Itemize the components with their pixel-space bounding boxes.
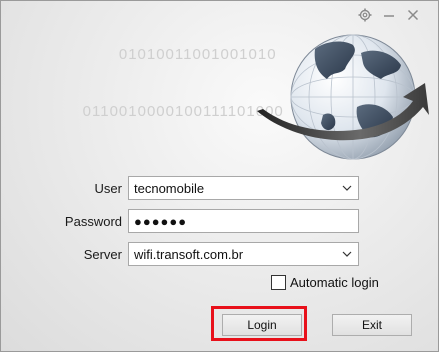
globe-logo (253, 23, 433, 183)
login-window: 01010011001001010 0110010000100111101000… (0, 0, 439, 352)
minimize-button[interactable] (380, 7, 398, 23)
gear-icon (358, 8, 372, 22)
user-label: User (94, 180, 122, 196)
globe-icon (257, 34, 429, 160)
server-combobox[interactable]: wifi.transoft.com.br (128, 242, 359, 266)
password-value[interactable]: ●●●●●● (134, 214, 358, 229)
password-field[interactable]: ●●●●●● (128, 209, 359, 233)
server-row: Server wifi.transoft.com.br (1, 242, 438, 266)
user-value[interactable]: tecnomobile (134, 181, 336, 196)
server-dropdown-button[interactable] (336, 243, 358, 265)
automatic-login-option[interactable]: Automatic login (271, 275, 379, 290)
minimize-icon (384, 15, 394, 17)
settings-button[interactable] (356, 7, 374, 23)
login-button[interactable]: Login (222, 314, 302, 336)
chevron-down-icon (342, 185, 352, 191)
automatic-login-checkbox[interactable] (271, 275, 286, 290)
user-dropdown-button[interactable] (336, 177, 358, 199)
password-label: Password (64, 213, 122, 229)
close-icon (407, 9, 419, 21)
close-button[interactable] (404, 7, 422, 23)
automatic-login-label[interactable]: Automatic login (290, 275, 379, 290)
chevron-down-icon (342, 251, 352, 257)
exit-button[interactable]: Exit (332, 314, 412, 336)
server-label: Server (83, 246, 122, 262)
user-combobox[interactable]: tecnomobile (128, 176, 359, 200)
user-row: User tecnomobile (1, 176, 438, 200)
password-row: Password ●●●●●● (1, 209, 438, 233)
server-value[interactable]: wifi.transoft.com.br (134, 247, 336, 262)
